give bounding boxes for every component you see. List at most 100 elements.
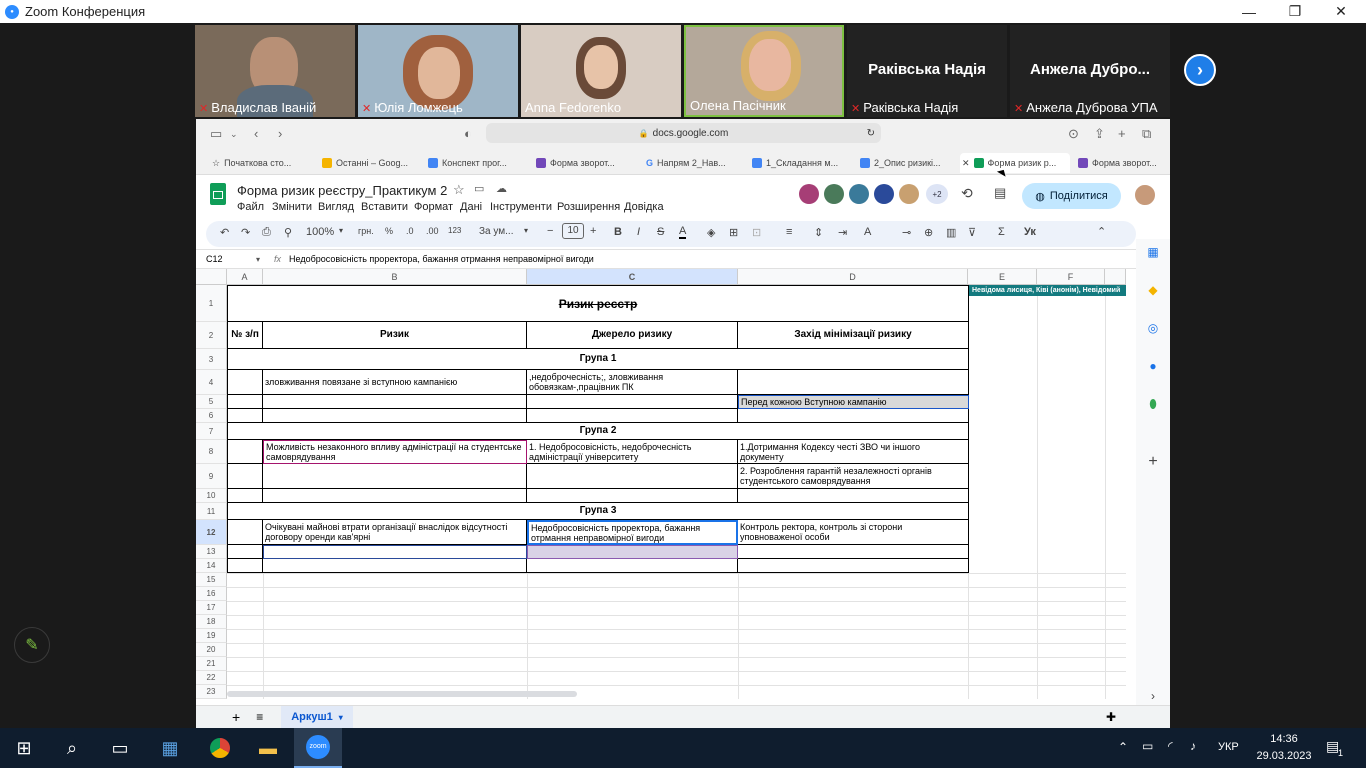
browser-tab[interactable]: 1_Складання м... [752,153,852,173]
table-cell[interactable] [227,545,263,559]
share-button[interactable]: ◍ Поділитися [1022,183,1121,209]
merge-cells-icon[interactable]: ⊡ [752,226,761,239]
undo-icon[interactable]: ↶ [220,226,229,239]
fill-color-icon[interactable]: ◈ [707,226,715,239]
row-header[interactable]: 6 [196,409,227,423]
align-icon[interactable]: ≡ [786,226,792,238]
table-cell[interactable] [227,370,263,395]
comment-icon[interactable]: ⊕ [924,226,933,239]
spreadsheet-grid[interactable]: A B C D E F 1 2 3 4 5 6 7 8 9 10 11 12 1… [196,269,1126,699]
group-cell[interactable]: Група 2 [227,423,969,440]
row-header[interactable]: 5 [196,395,227,409]
participant-video[interactable]: ✕ Владислав Іваній [195,25,355,117]
doc-title[interactable]: Форма ризик реєстру_Практикум 2 [237,183,447,198]
avatar[interactable] [849,184,869,204]
table-cell[interactable] [738,545,969,559]
row-header[interactable]: 18 [196,615,227,629]
chrome-icon[interactable] [196,728,244,768]
wifi-icon[interactable]: ◜ [1168,739,1173,753]
column-header[interactable]: D [738,269,968,285]
windows-start-icon[interactable]: ⊞ [0,728,48,768]
strikethrough-icon[interactable]: S [657,226,664,238]
number-format[interactable]: 123 [448,226,461,235]
avatar[interactable] [799,184,819,204]
participant-video[interactable]: Раківська Надія ✕ Раківська Надія [847,25,1007,117]
print-icon[interactable]: ⎙ [262,226,271,239]
expand-panel-icon[interactable]: › [1144,687,1162,705]
row-header[interactable]: 23 [196,685,227,699]
row-header[interactable]: 17 [196,601,227,615]
row-header[interactable]: 2 [196,322,227,349]
row-header[interactable]: 3 [196,349,227,370]
browser-tab[interactable]: G Напрям 2_Нав... [646,153,746,173]
row-header[interactable]: 10 [196,489,227,503]
row-header[interactable]: 13 [196,545,227,559]
table-cell[interactable] [263,395,527,409]
header-cell-risk[interactable]: Ризик [263,322,527,349]
table-cell[interactable] [227,395,263,409]
menu-view[interactable]: Вигляд [318,201,354,213]
table-cell-collab-selected[interactable]: Можливість незаконного впливу адміністра… [263,440,527,464]
tabs-overview-icon[interactable]: ⧉ [1142,126,1151,142]
calculator-icon[interactable]: ▦ [146,728,194,768]
column-header[interactable]: E [968,269,1037,285]
restore-button[interactable]: ❐ [1272,0,1318,23]
row-header[interactable]: 8 [196,440,227,464]
move-folder-icon[interactable]: ▭ [474,182,484,195]
table-cell[interactable] [263,409,527,423]
menu-data[interactable]: Дані [460,201,482,213]
sheet-title-cell[interactable]: Ризик реєстр [227,285,969,322]
select-all-corner[interactable] [196,269,227,285]
column-header[interactable] [1105,269,1126,285]
table-cell[interactable]: зловживання повязане зі вступною кампані… [263,370,527,395]
browser-tab[interactable]: Форма зворот... [1078,153,1170,173]
shield-icon[interactable]: ◐ [464,126,472,141]
more-viewers-badge[interactable]: +2 [926,184,948,204]
italic-icon[interactable]: I [637,226,640,238]
table-cell[interactable] [227,409,263,423]
table-cell[interactable]: 1. Недобросовісність, недоброчесність ад… [527,440,738,464]
menu-help[interactable]: Довідка [624,201,664,213]
column-header[interactable]: F [1037,269,1105,285]
column-header[interactable]: A [227,269,263,285]
share-icon[interactable]: ⇪ [1094,126,1105,142]
table-cell[interactable] [527,464,738,489]
cloud-status-icon[interactable]: ☁ [496,182,507,195]
table-cell[interactable]: Очікувані майнові втрати організації вна… [263,520,527,545]
font-size-input[interactable]: 10 [562,223,584,239]
header-cell-measure[interactable]: Захід мінімізації ризику [738,322,969,349]
table-cell[interactable] [227,520,263,545]
table-cell[interactable] [738,489,969,503]
show-hidden-icons[interactable]: ⌃ [1118,740,1128,754]
collapse-toolbar-icon[interactable]: ⌃ [1097,225,1106,238]
group-cell[interactable]: Група 1 [227,349,969,370]
table-cell[interactable]: Контроль ректора, контроль зі сторони уп… [738,520,969,545]
url-bar[interactable]: 🔒 docs.google.com ↻ [486,123,881,143]
tasks-icon[interactable]: ◎ [1144,319,1162,337]
table-cell[interactable]: 1.Дотримання Кодексу честі ЗВО чи іншого… [738,440,969,464]
avatar[interactable] [874,184,894,204]
battery-icon[interactable]: ▭ [1142,739,1153,753]
horizontal-scrollbar[interactable] [227,691,577,697]
table-cell[interactable] [738,370,969,395]
clock-time[interactable]: 14:36 [1254,733,1314,745]
browser-tab[interactable]: Конспект прог... [428,153,528,173]
volume-icon[interactable]: ♪ [1190,739,1196,753]
participant-video[interactable]: ✕ Юлія Ломжець [358,25,518,117]
all-sheets-icon[interactable]: ≡ [256,710,263,724]
table-cell[interactable] [527,409,738,423]
participant-video[interactable]: Анжела Дубро... ✕ Анжела Дубрoва УПА [1010,25,1170,117]
row-header[interactable]: 11 [196,503,227,520]
table-cell[interactable] [263,489,527,503]
participant-video[interactable]: Anna Fedorenko [521,25,681,117]
avatar[interactable] [899,184,919,204]
percent-format[interactable]: % [385,226,393,236]
group-cell[interactable]: Група 3 [227,503,969,520]
link-icon[interactable]: ⊸ [902,226,911,239]
account-avatar[interactable] [1133,183,1157,207]
chart-icon[interactable]: ▥ [946,226,956,239]
table-cell[interactable] [227,489,263,503]
row-header[interactable]: 7 [196,423,227,440]
row-header[interactable]: 20 [196,643,227,657]
row-header[interactable]: 1 [196,285,227,322]
